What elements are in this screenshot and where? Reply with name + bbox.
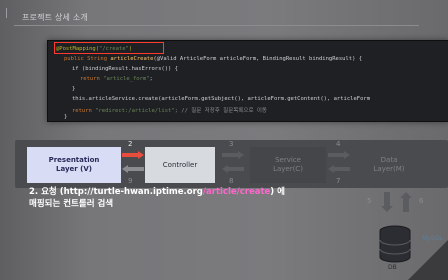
data-layer-box: Data Layer(M) <box>351 147 427 183</box>
title-underline <box>14 25 419 26</box>
arrow-down-head <box>381 206 393 212</box>
mapping-highlight-box <box>54 42 164 54</box>
step-number-7: 7 <box>336 177 341 185</box>
arrow-down-icon <box>384 192 390 206</box>
code-line-2: public String articleCreate(@Valid Artic… <box>64 56 363 62</box>
step-number-8: 8 <box>229 177 234 185</box>
arrow-right-icon <box>222 151 244 159</box>
step-number-2: 2 <box>128 140 133 148</box>
arrow-left-icon <box>222 165 244 173</box>
slide-title: 프로젝트 상세 소개 <box>22 13 88 22</box>
service-layer-label: Service Layer(C) <box>273 156 303 173</box>
arrow-left-icon <box>122 165 144 173</box>
service-layer-box: Service Layer(C) <box>250 147 326 183</box>
database-icon <box>379 225 411 263</box>
code-line-3: if (bindingResult.hasErrors()) { <box>72 66 178 72</box>
step-description: 2. 요청 (http://turtle-hwan.iptime.org/art… <box>29 186 285 210</box>
code-line-5: } <box>72 86 76 92</box>
step-number-6: 6 <box>419 197 424 205</box>
description-line-1: 2. 요청 (http://turtle-hwan.iptime.org/art… <box>29 187 285 197</box>
slide-corner-decoration <box>408 240 448 280</box>
code-line-7: return "redirect:/article/list"; // 질문 저… <box>72 108 267 114</box>
arrow-up-icon <box>403 198 409 212</box>
presentation-layer-label: Presentation Layer (V) <box>48 156 100 173</box>
step-number-5: 5 <box>367 197 372 205</box>
code-line-6: this.articleService.create(articleForm.g… <box>72 96 371 102</box>
step-number-9: 9 <box>128 177 133 185</box>
step-number-3: 3 <box>229 140 234 148</box>
code-line-4: return "article_form"; <box>80 76 153 82</box>
code-line-8: } <box>64 114 68 120</box>
presentation-layer-box: Presentation Layer (V) <box>27 147 121 183</box>
step-number-4: 4 <box>336 140 341 148</box>
db-label: DB <box>388 264 397 271</box>
arrow-right-icon <box>122 151 144 159</box>
data-layer-label: Data Layer(M) <box>373 156 405 173</box>
title-bracket <box>6 8 10 18</box>
controller-label: Controller <box>162 160 198 169</box>
arrow-left-icon <box>328 165 350 173</box>
controller-box: Controller <box>145 147 215 183</box>
arrow-right-icon <box>328 151 350 159</box>
description-line-2: 매핑되는 컨트롤러 검색 <box>29 199 114 209</box>
